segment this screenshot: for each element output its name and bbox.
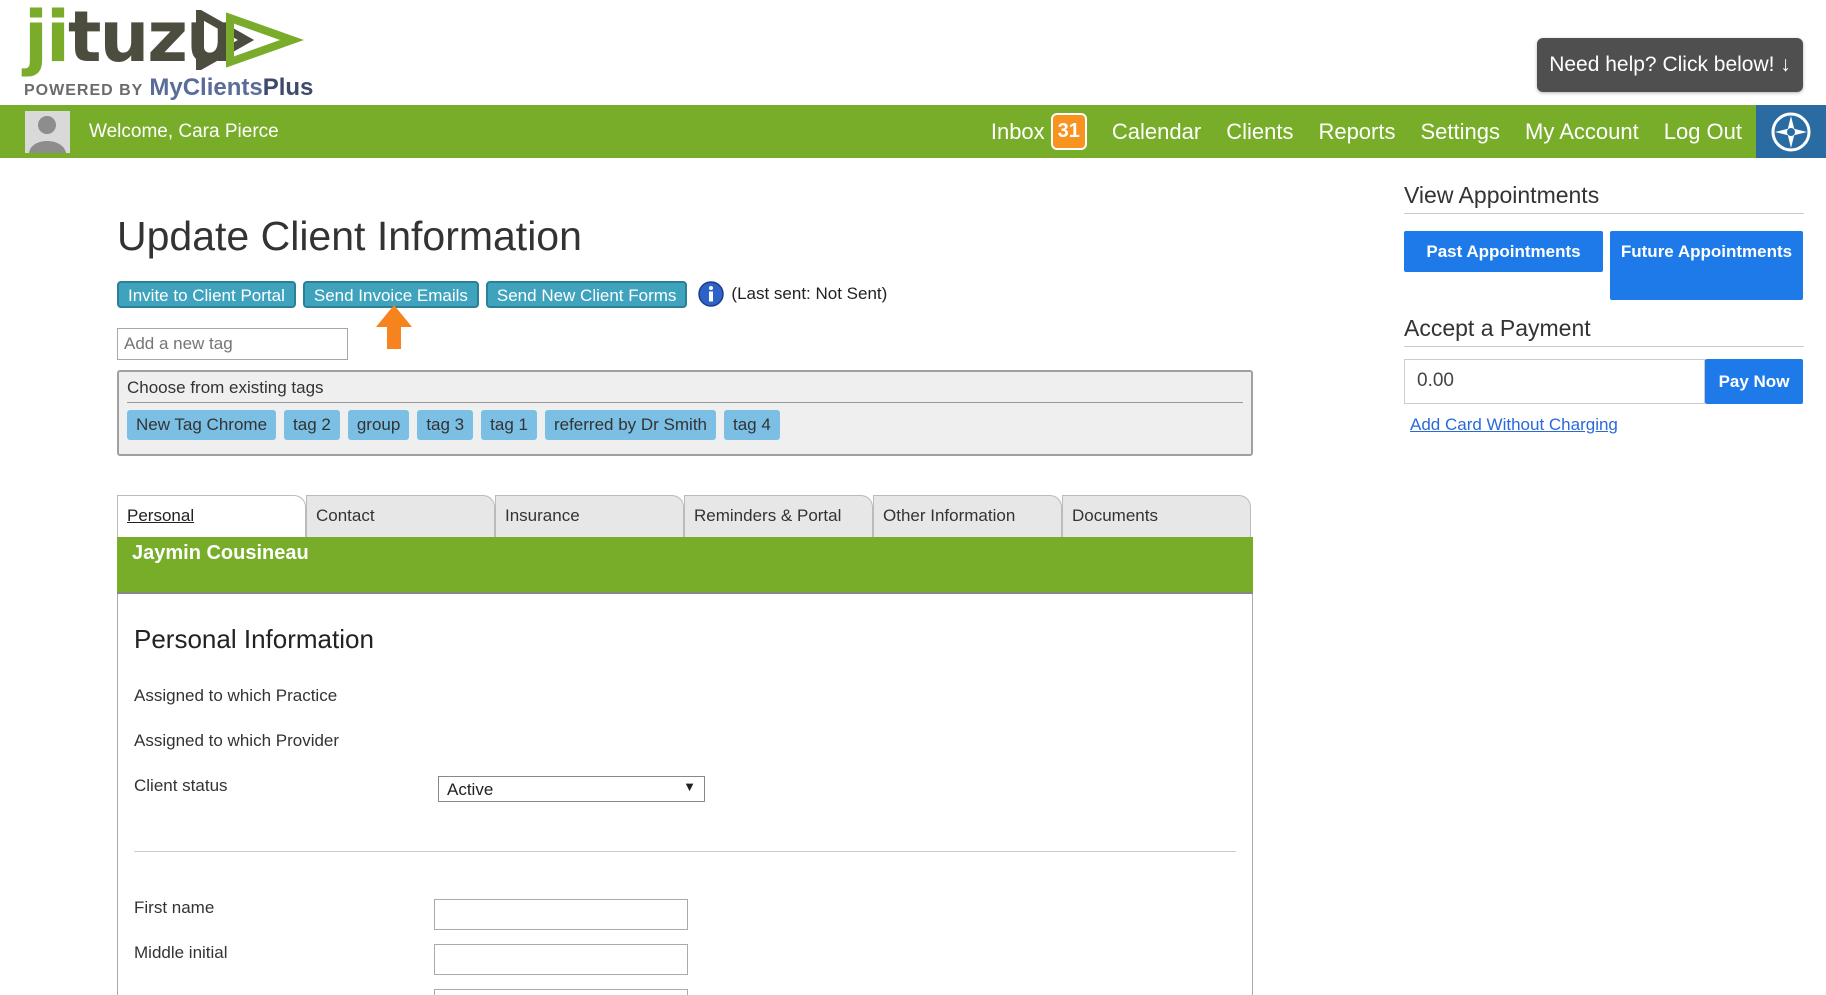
tag-chip[interactable]: tag 1	[481, 410, 537, 440]
jituzu-logo[interactable]: jituzu POWERED BY MyClientsPlus	[24, 0, 324, 105]
tab-insurance[interactable]: Insurance	[495, 495, 684, 537]
nav-settings[interactable]: Settings	[1421, 119, 1501, 145]
page-title: Update Client Information	[117, 213, 582, 259]
middle-initial-field[interactable]	[434, 944, 688, 975]
payment-amount-input[interactable]: 0.00	[1404, 359, 1705, 404]
tab-personal[interactable]: Personal	[117, 495, 306, 537]
tag-chip[interactable]: tag 2	[284, 410, 340, 440]
compass-button[interactable]	[1756, 105, 1826, 158]
client-status-value: Active	[447, 780, 494, 799]
future-appointments-button[interactable]: Future Appointments	[1610, 231, 1803, 300]
nav-inbox[interactable]: Inbox 31	[991, 113, 1087, 150]
last-name-field[interactable]	[434, 989, 688, 995]
invite-to-portal-button[interactable]: Invite to Client Portal	[117, 280, 296, 308]
provider-label: Assigned to which Provider	[134, 731, 340, 750]
nav-my-account[interactable]: My Account	[1525, 119, 1639, 145]
add-tag-input[interactable]	[117, 328, 348, 360]
client-name-bar: Jaymin Cousineau	[117, 537, 1253, 594]
nav-clients[interactable]: Clients	[1226, 119, 1293, 145]
up-arrow-indicator-icon	[376, 305, 412, 349]
avatar[interactable]	[25, 111, 70, 153]
nav-calendar[interactable]: Calendar	[1112, 119, 1201, 145]
user-silhouette-icon	[29, 116, 66, 153]
last-sent-status: (Last sent: Not Sent)	[731, 284, 888, 303]
existing-tags-panel: Choose from existing tags New Tag Chrome…	[117, 370, 1253, 456]
welcome-text: Welcome, Cara Pierce	[89, 121, 279, 142]
powered-by: POWERED BY MyClientsPlus	[24, 74, 314, 101]
view-appointments-heading: View Appointments	[1404, 182, 1804, 214]
client-name: Jaymin Cousineau	[132, 542, 309, 564]
section-title: Personal Information	[134, 624, 374, 654]
tag-chip[interactable]: group	[347, 410, 410, 440]
tag-chip[interactable]: referred by Dr Smith	[544, 410, 716, 440]
compass-icon	[1771, 112, 1811, 151]
add-card-link[interactable]: Add Card Without Charging	[1410, 415, 1618, 435]
main-nav: Inbox 31 Calendar Clients Reports Settin…	[966, 105, 1742, 158]
client-action-buttons: Invite to Client Portal Send Invoice Ema…	[117, 280, 887, 308]
send-new-client-forms-button[interactable]: Send New Client Forms	[485, 280, 688, 308]
middle-initial-label: Middle initial	[134, 943, 228, 962]
tab-reminders-portal[interactable]: Reminders & Portal	[684, 495, 873, 537]
info-icon[interactable]	[697, 280, 725, 308]
first-name-label: First name	[134, 898, 215, 917]
personal-info-panel: Personal Information Assigned to which P…	[117, 594, 1253, 995]
pay-now-button[interactable]: Pay Now	[1705, 359, 1803, 404]
inbox-count-badge: 31	[1050, 113, 1087, 150]
client-status-label: Client status	[134, 776, 228, 795]
practice-label: Assigned to which Practice	[134, 686, 338, 705]
nav-reports[interactable]: Reports	[1318, 119, 1395, 145]
tag-list: New Tag Chrome tag 2 group tag 3 tag 1 r…	[127, 410, 788, 440]
client-status-select[interactable]: Active ▼	[438, 776, 705, 802]
tag-chip[interactable]: tag 4	[724, 410, 780, 440]
logo-play-arrow-icon	[196, 10, 304, 70]
past-appointments-button[interactable]: Past Appointments	[1404, 231, 1603, 272]
tab-contact[interactable]: Contact	[306, 495, 495, 537]
nav-inbox-label: Inbox	[990, 118, 1045, 144]
nav-log-out[interactable]: Log Out	[1664, 119, 1742, 145]
client-tabs: Personal Contact Insurance Reminders & P…	[117, 495, 1251, 537]
tab-other-information[interactable]: Other Information	[873, 495, 1062, 537]
accept-payment-heading: Accept a Payment	[1404, 315, 1804, 347]
existing-tags-label: Choose from existing tags	[127, 378, 1243, 403]
divider	[134, 851, 1236, 852]
help-button[interactable]: Need help? Click below! ↓	[1537, 38, 1803, 92]
dropdown-arrow-icon: ▼	[683, 779, 696, 794]
top-navigation-bar: Welcome, Cara Pierce Inbox 31 Calendar C…	[0, 105, 1826, 158]
tag-chip[interactable]: tag 3	[417, 410, 474, 440]
first-name-field[interactable]	[434, 899, 688, 930]
tag-chip[interactable]: New Tag Chrome	[127, 410, 277, 440]
tab-documents[interactable]: Documents	[1062, 495, 1251, 537]
